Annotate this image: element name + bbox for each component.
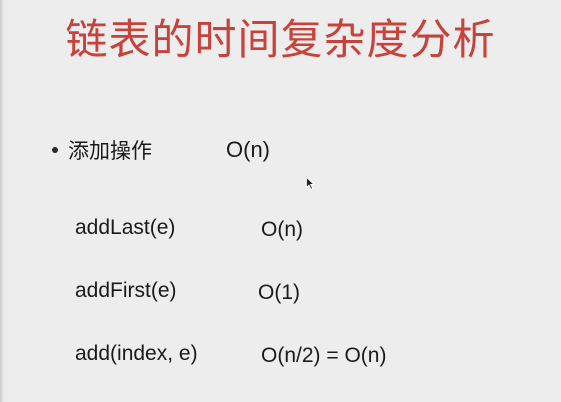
operation-complexity-add-index: O(n/2) = O(n) [261,344,387,367]
bullet-dot-icon [52,147,58,153]
operation-name-add-index: add(index, e) [75,342,198,365]
operation-complexity-addfirst: O(1) [258,281,300,304]
bullet-item-add-operation: 添加操作 [52,134,152,166]
bullet-label: 添加操作 [68,139,152,163]
slide: 链表的时间复杂度分析 添加操作 O(n) addLast(e) O(n) add… [0,0,561,402]
mouse-pointer-icon [306,177,315,190]
operation-name-addfirst: addFirst(e) [75,279,177,302]
slide-title: 链表的时间复杂度分析 [65,15,496,64]
bullet-complexity: O(n) [226,137,270,162]
operation-name-addlast: addLast(e) [75,216,176,239]
operation-complexity-addlast: O(n) [261,218,303,241]
